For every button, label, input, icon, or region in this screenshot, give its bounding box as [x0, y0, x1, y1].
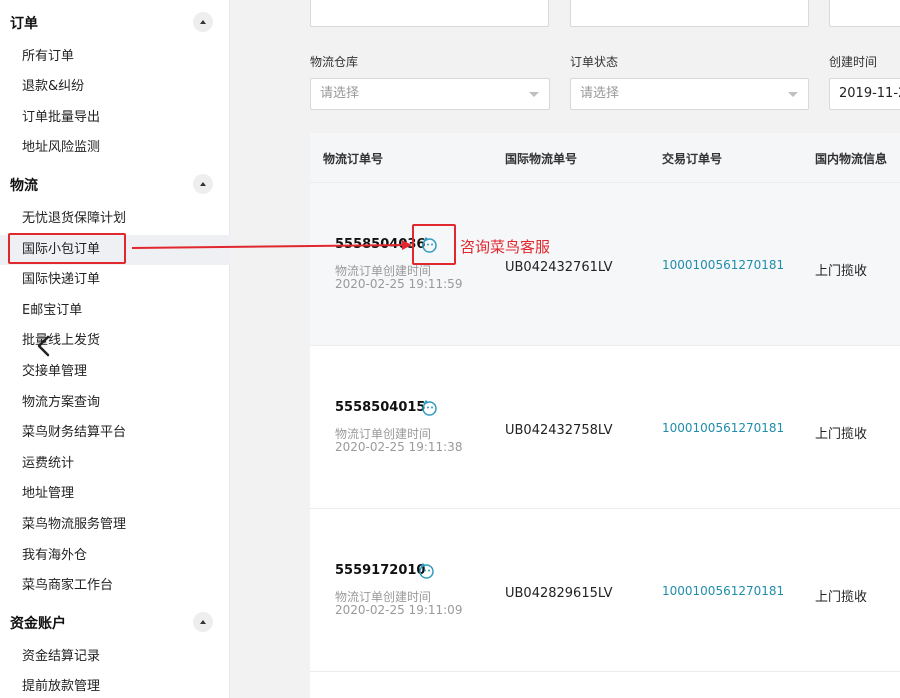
section-title-logistics: 物流 [10, 178, 38, 194]
th-logistics-order-no: 物流订单号 [323, 152, 384, 166]
collapse-orders-button[interactable] [193, 12, 213, 32]
filter-input-2[interactable] [570, 0, 809, 27]
annotation-label: 咨询菜鸟客服 [460, 238, 551, 256]
created-time: 2020-02-25 19:11:09 [335, 603, 463, 617]
status-placeholder: 请选择 [580, 86, 620, 101]
customer-service-bot-icon[interactable] [421, 400, 438, 416]
sidebar-item-service-mgmt[interactable]: 菜鸟物流服务管理 [0, 510, 230, 540]
th-trade-order-no: 交易订单号 [662, 152, 723, 166]
domestic-info: 上门揽收 [815, 427, 868, 442]
collapse-funds-button[interactable] [193, 612, 213, 632]
filter-panel: 物流仓库 订单状态 创建时间 请选择 请选择 2019-11-26 [310, 0, 900, 125]
sidebar-item-handover[interactable]: 交接单管理 [0, 357, 230, 387]
customer-service-bot-icon[interactable] [418, 563, 435, 579]
chevron-down-icon [788, 92, 798, 97]
warehouse-label: 物流仓库 [310, 55, 359, 69]
table-header: 物流订单号 国际物流单号 交易订单号 国内物流信息 [310, 133, 900, 183]
sidebar-item-bulk-export[interactable]: 订单批量导出 [0, 103, 230, 133]
trade-order-link[interactable]: 1000100561270181 [662, 584, 784, 598]
domestic-info: 上门揽收 [815, 590, 868, 605]
sidebar: 订单 所有订单 退款&纠纷 订单批量导出 地址风险监测 物流 无忧退货保障计划 … [0, 0, 230, 698]
warehouse-placeholder: 请选择 [320, 86, 360, 101]
created-time: 2020-02-25 19:11:59 [335, 277, 463, 291]
trade-order-link[interactable]: 1000100561270181 [662, 421, 784, 435]
order-no: 5559172010 [335, 563, 426, 578]
orders-table: 物流订单号 国际物流单号 交易订单号 国内物流信息 5558504036 物流订… [310, 133, 900, 698]
table-row: 5559172010 物流订单创建时间 2020-02-25 19:11:09 … [310, 509, 900, 672]
filter-input-3[interactable] [829, 0, 900, 27]
sidebar-item-early-payout[interactable]: 提前放款管理 [0, 672, 230, 698]
created-date-input[interactable]: 2019-11-26 [829, 78, 900, 110]
annotation-highlight-icon [412, 224, 456, 265]
trade-order-link[interactable]: 1000100561270181 [662, 258, 784, 272]
status-label: 订单状态 [570, 55, 619, 69]
sidebar-item-return-guarantee[interactable]: 无忧退货保障计划 [0, 204, 230, 234]
th-domestic-info: 国内物流信息 [815, 152, 888, 166]
section-title-funds: 资金账户 [10, 616, 66, 632]
order-no: 5558504015 [335, 400, 426, 415]
domestic-info: 上门揽收 [815, 264, 868, 279]
sidebar-item-epacket[interactable]: E邮宝订单 [0, 296, 230, 326]
sidebar-item-refunds-disputes[interactable]: 退款&纠纷 [0, 72, 230, 102]
sidebar-item-settlement-records[interactable]: 资金结算记录 [0, 642, 230, 672]
sidebar-item-address-mgmt[interactable]: 地址管理 [0, 479, 230, 509]
back-chevron-icon[interactable] [34, 334, 54, 358]
sidebar-item-freight-stats[interactable]: 运费统计 [0, 449, 230, 479]
collapse-logistics-button[interactable] [193, 174, 213, 194]
table-row: 5558504036 物流订单创建时间 2020-02-25 19:11:59 … [310, 183, 900, 346]
sidebar-item-overseas-warehouse[interactable]: 我有海外仓 [0, 541, 230, 571]
sidebar-item-address-risk[interactable]: 地址风险监测 [0, 133, 230, 163]
sidebar-item-solution-query[interactable]: 物流方案查询 [0, 388, 230, 418]
intl-tracking-no: UB042829615LV [505, 586, 613, 601]
created-time-label: 创建时间 [829, 55, 878, 69]
sidebar-item-intl-express[interactable]: 国际快递订单 [0, 265, 230, 295]
sidebar-item-all-orders[interactable]: 所有订单 [0, 42, 230, 72]
th-intl-tracking-no: 国际物流单号 [505, 152, 578, 166]
annotation-highlight-nav [8, 233, 126, 264]
section-title-orders: 订单 [10, 16, 38, 32]
sidebar-item-merchant-workbench[interactable]: 菜鸟商家工作台 [0, 571, 230, 601]
status-select[interactable]: 请选择 [570, 78, 809, 110]
main-content: 物流仓库 订单状态 创建时间 请选择 请选择 2019-11-26 物流订单号 … [230, 0, 900, 698]
intl-tracking-no: UB042432761LV [505, 260, 613, 275]
chevron-down-icon [529, 92, 539, 97]
filter-input-1[interactable] [310, 0, 549, 27]
sidebar-item-finance-settlement[interactable]: 菜鸟财务结算平台 [0, 418, 230, 448]
table-row: 5558504015 物流订单创建时间 2020-02-25 19:11:38 … [310, 346, 900, 509]
intl-tracking-no: UB042432758LV [505, 423, 613, 438]
created-time: 2020-02-25 19:11:38 [335, 440, 463, 454]
created-date-value: 2019-11-26 [839, 86, 900, 101]
warehouse-select[interactable]: 请选择 [310, 78, 550, 110]
